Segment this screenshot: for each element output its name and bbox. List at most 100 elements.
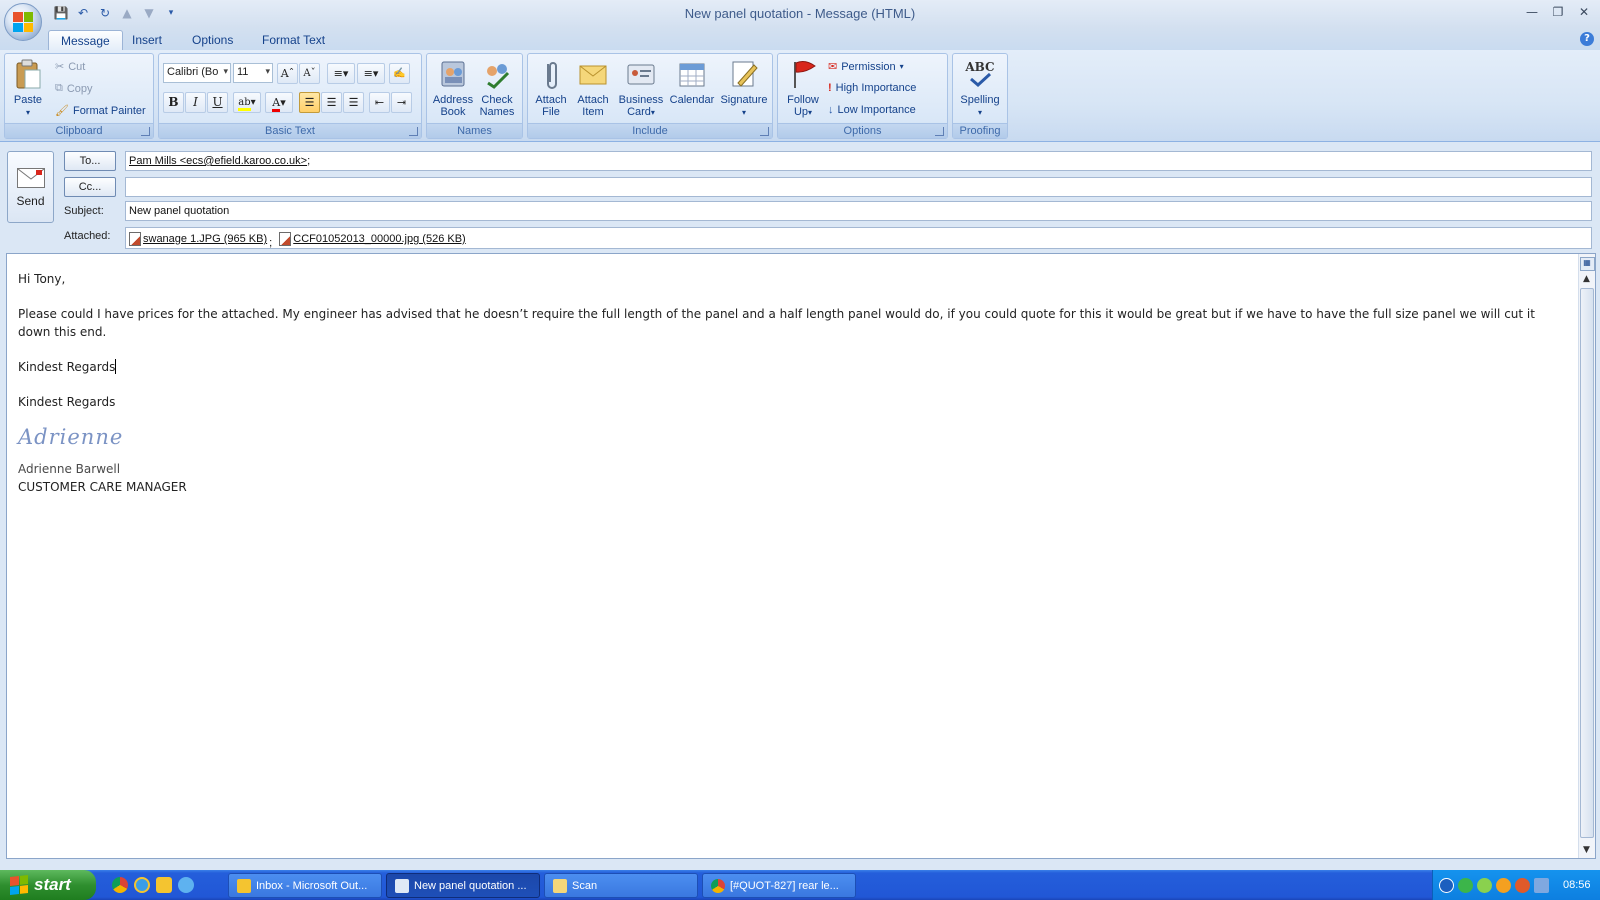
attached-label: Attached:: [64, 230, 111, 242]
high-importance-button[interactable]: ! High Importance: [828, 82, 916, 94]
tab-options[interactable]: Options: [180, 30, 245, 51]
close-icon[interactable]: ✕: [1572, 3, 1596, 21]
business-card-button[interactable]: Business Card▾: [616, 58, 666, 119]
cc-button[interactable]: Cc...: [64, 177, 116, 197]
folder-icon: [553, 878, 567, 893]
task-label: New panel quotation ...: [414, 879, 527, 892]
restore-icon[interactable]: ❐: [1546, 3, 1570, 21]
increase-indent-button[interactable]: ⇥: [391, 92, 412, 113]
copy-button[interactable]: ⧉ Copy: [55, 82, 93, 95]
cut-button[interactable]: ✂ Cut: [55, 60, 85, 74]
attach-file-button[interactable]: Attach File: [530, 58, 572, 118]
attachment-item[interactable]: swanage 1.JPG (965 KB): [129, 232, 267, 246]
send-button[interactable]: Send: [7, 151, 54, 223]
check-names-button[interactable]: Check Names: [475, 58, 519, 118]
dialog-launcher-icon[interactable]: [409, 127, 418, 136]
update-icon[interactable]: [1496, 877, 1511, 893]
calendar-label: Calendar: [669, 94, 715, 106]
taskbar-item-inbox[interactable]: Inbox - Microsoft Out...: [228, 873, 382, 898]
numbering-button[interactable]: ≡▾: [357, 63, 385, 84]
cc-field[interactable]: [125, 177, 1592, 197]
taskbar-item-scan[interactable]: Scan: [544, 873, 698, 898]
to-button[interactable]: To...: [64, 151, 116, 171]
help-icon[interactable]: ?: [1580, 32, 1594, 46]
align-right-button[interactable]: ☰: [343, 92, 364, 113]
to-recipient[interactable]: Pam Mills <ecs@efield.karoo.co.uk>: [129, 155, 307, 167]
scroll-thumb[interactable]: [1580, 288, 1594, 838]
dialog-launcher-icon[interactable]: [935, 127, 944, 136]
copy-label: Copy: [66, 82, 93, 95]
font-size-combo[interactable]: 11: [233, 63, 273, 83]
scroll-up-icon[interactable]: ▲: [1579, 271, 1594, 287]
calendar-button[interactable]: Calendar: [666, 58, 718, 106]
font-name-combo[interactable]: Calibri (Bo: [163, 63, 231, 83]
bullets-button[interactable]: ≡▾: [327, 63, 355, 84]
volume-icon[interactable]: [1534, 877, 1549, 893]
grow-font-button[interactable]: Aˆ: [277, 63, 298, 84]
internet-explorer-icon[interactable]: [134, 877, 150, 893]
follow-up-button[interactable]: Follow Up▾: [782, 58, 824, 119]
options-group: Follow Up▾ ✉ Permission ▾ ! High Importance …: [777, 53, 948, 139]
attach-item-button[interactable]: Attach Item: [572, 58, 614, 118]
chrome-icon[interactable]: [112, 877, 128, 893]
attachment-name: CCF01052013_00000.jpg (526 KB): [293, 233, 466, 245]
low-importance-button[interactable]: ↓ Low Importance: [828, 104, 916, 116]
italic-button[interactable]: I: [185, 92, 206, 113]
paste-button[interactable]: Paste ▾: [9, 58, 47, 119]
align-left-button[interactable]: ☰: [299, 92, 320, 113]
tab-message[interactable]: Message: [48, 30, 123, 51]
permission-button[interactable]: ✉ Permission ▾: [828, 60, 904, 74]
format-painter-button[interactable]: 🖌 Format Painter: [55, 104, 146, 118]
to-field[interactable]: Pam Mills <ecs@efield.karoo.co.uk>;: [125, 151, 1592, 171]
check-names-icon: [482, 58, 512, 90]
font-color-button[interactable]: A▾: [265, 92, 293, 113]
chrome-icon: [711, 878, 725, 893]
subject-field[interactable]: New panel quotation: [125, 201, 1592, 221]
tab-insert[interactable]: Insert: [120, 30, 174, 51]
message-content[interactable]: Hi Tony, Please could I have prices for …: [18, 270, 1538, 496]
office-button[interactable]: [4, 3, 42, 41]
clipboard-group-label: Clipboard: [5, 123, 153, 138]
tab-format-text[interactable]: Format Text: [250, 30, 337, 51]
bold-button[interactable]: B: [163, 92, 184, 113]
start-button[interactable]: start: [0, 870, 96, 900]
underline-button[interactable]: U: [207, 92, 228, 113]
message-body[interactable]: Hi Tony, Please could I have prices for …: [6, 253, 1596, 859]
outlook-icon: [237, 878, 251, 893]
vertical-scrollbar[interactable]: ▦ ▲ ▼: [1578, 254, 1595, 858]
dialog-launcher-icon[interactable]: [141, 127, 150, 136]
decrease-indent-button[interactable]: ⇤: [369, 92, 390, 113]
attachments-field: swanage 1.JPG (965 KB); CCF01052013_0000…: [125, 227, 1592, 249]
task-label: Inbox - Microsoft Out...: [256, 879, 368, 892]
styles-icon[interactable]: ✍: [389, 63, 410, 84]
proofing-group: ABC Spelling ▾ Proofing: [952, 53, 1008, 139]
security-icon[interactable]: [1515, 877, 1530, 893]
scroll-down-icon[interactable]: ▼: [1579, 842, 1594, 858]
network-icon[interactable]: [1458, 877, 1473, 893]
signature-button[interactable]: Signature ▾: [718, 58, 770, 119]
show-hidden-icons-icon[interactable]: [1439, 877, 1454, 893]
format-painter-label: Format Painter: [72, 104, 146, 117]
address-book-icon: [438, 58, 468, 90]
attachment-item[interactable]: CCF01052013_00000.jpg (526 KB): [279, 232, 466, 246]
outlook-icon[interactable]: [156, 877, 172, 893]
high-importance-label: High Importance: [835, 82, 917, 94]
spelling-button[interactable]: ABC Spelling ▾: [955, 58, 1005, 119]
messenger-status-icon[interactable]: [1477, 877, 1492, 893]
names-group-label: Names: [427, 123, 522, 138]
low-importance-label: Low Importance: [837, 104, 916, 116]
include-group-label: Include: [528, 123, 772, 138]
windows-logo-icon: [10, 875, 28, 895]
align-center-button[interactable]: ☰: [321, 92, 342, 113]
highlight-button[interactable]: ab▾: [233, 92, 261, 113]
dialog-launcher-icon[interactable]: [760, 127, 769, 136]
shrink-font-button[interactable]: Aˇ: [299, 63, 320, 84]
business-card-label-1: Business: [618, 94, 664, 106]
messenger-icon[interactable]: [178, 877, 194, 893]
address-book-button[interactable]: Address Book: [431, 58, 475, 118]
ruler-toggle-icon[interactable]: ▦: [1579, 257, 1595, 271]
signature-title: CUSTOMER CARE MANAGER: [18, 480, 187, 494]
taskbar-item-quot-827[interactable]: [#QUOT-827] rear le...: [702, 873, 856, 898]
taskbar-item-new-panel-quotation[interactable]: New panel quotation ...: [386, 873, 540, 898]
minimize-icon[interactable]: —: [1520, 3, 1544, 21]
